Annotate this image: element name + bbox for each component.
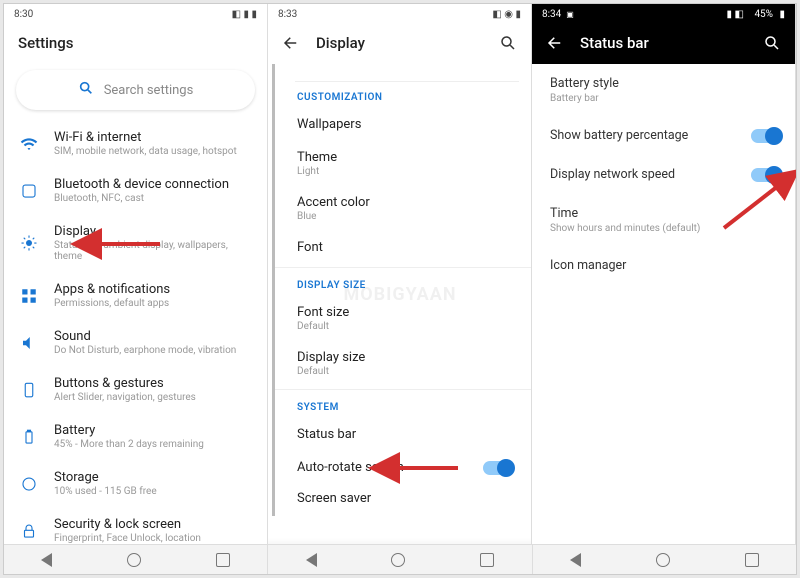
row-accent[interactable]: Accent colorBlue [275,187,531,232]
battery-percent: 45% [754,9,773,20]
storage-icon [20,475,38,493]
battery-percent-toggle[interactable] [751,129,781,143]
back-button[interactable] [282,34,300,52]
item-bluetooth[interactable]: Bluetooth & device connectionBluetooth, … [4,167,267,214]
status-time: 8:30 [14,9,33,20]
item-storage[interactable]: Storage10% used - 115 GB free [4,460,267,507]
row-theme[interactable]: ThemeLight [275,142,531,187]
item-display[interactable]: DisplayStatus bar, ambient display, wall… [4,214,267,272]
cutoff-row [295,64,519,82]
status-bar: 8:34 ▣ ▮ ◧ 45% ▮ [532,4,795,22]
section-system: SYSTEM [275,392,531,419]
row-autorotate[interactable]: Auto-rotate screen [275,452,531,483]
status-time: 8:34 [542,9,561,20]
bluetooth-icon [20,182,38,200]
row-statusbar[interactable]: Status bar [275,419,531,452]
navigation-bar [4,544,796,574]
nav-recent[interactable] [480,553,494,567]
apps-icon [20,287,38,305]
row-battery-style[interactable]: Battery styleBattery bar [532,64,795,116]
row-network-speed[interactable]: Display network speed [532,155,795,194]
page-header: Settings [4,22,267,64]
row-displaysize[interactable]: Display sizeDefault [275,342,531,387]
row-icon-manager[interactable]: Icon manager [532,246,795,285]
display-screen: 8:33 ◧ ◉ ▮ Display CUSTOMIZATION Wallpap… [268,4,532,574]
page-title: Display [316,34,365,52]
row-battery-percent[interactable]: Show battery percentage [532,116,795,155]
row-screensaver[interactable]: Screen saver [275,483,531,516]
item-wifi[interactable]: Wi-Fi & internetSIM, mobile network, dat… [4,120,267,167]
autorotate-toggle[interactable] [483,461,513,475]
search-button[interactable] [499,34,517,52]
page-title: Status bar [580,34,649,52]
row-wallpapers[interactable]: Wallpapers [275,109,531,142]
item-battery[interactable]: Battery45% - More than 2 days remaining [4,413,267,460]
statusbar-screen: 8:34 ▣ ▮ ◧ 45% ▮ Status bar Battery styl… [532,4,796,574]
search-button[interactable] [763,34,781,52]
nav-recent[interactable] [216,553,230,567]
lock-icon [20,522,38,540]
item-gestures[interactable]: Buttons & gesturesAlert Slider, navigati… [4,366,267,413]
row-font[interactable]: Font [275,232,531,265]
nav-home[interactable] [391,553,405,567]
nav-home[interactable] [127,553,141,567]
nav-home[interactable] [656,553,670,567]
settings-screen: 8:30 ◧ ▮ ▮ Settings Search settings Wi-F… [4,4,268,574]
wifi-icon [20,135,38,153]
status-icons: ▮ ◧ [727,9,744,20]
display-icon [20,234,38,252]
section-display-size: DISPLAY SIZE [275,270,531,297]
nav-back[interactable] [41,553,52,567]
status-bar: 8:30 ◧ ▮ ▮ [4,4,267,22]
page-header: Status bar [532,22,795,64]
status-icons: ◧ ◉ ▮ [492,9,521,20]
row-fontsize[interactable]: Font sizeDefault [275,297,531,342]
item-sound[interactable]: SoundDo Not Disturb, earphone mode, vibr… [4,319,267,366]
nav-recent[interactable] [745,553,759,567]
nav-back[interactable] [306,553,317,567]
network-speed-toggle[interactable] [751,168,781,182]
gestures-icon [20,381,38,399]
status-bar: 8:33 ◧ ◉ ▮ [268,4,531,22]
section-customization: CUSTOMIZATION [275,82,531,109]
settings-list: Wi-Fi & internetSIM, mobile network, dat… [4,120,267,574]
page-header: Display [268,22,531,64]
page-title: Settings [18,34,74,52]
sound-icon [20,334,38,352]
search-icon [78,80,94,100]
status-time: 8:33 [278,9,297,20]
item-apps[interactable]: Apps & notificationsPermissions, default… [4,272,267,319]
search-placeholder: Search settings [104,83,194,98]
back-button[interactable] [546,34,564,52]
row-time[interactable]: TimeShow hours and minutes (default) [532,194,795,246]
status-icons: ◧ ▮ ▮ [232,9,257,20]
nav-back[interactable] [570,553,581,567]
battery-icon [20,428,38,446]
search-input[interactable]: Search settings [16,70,255,110]
